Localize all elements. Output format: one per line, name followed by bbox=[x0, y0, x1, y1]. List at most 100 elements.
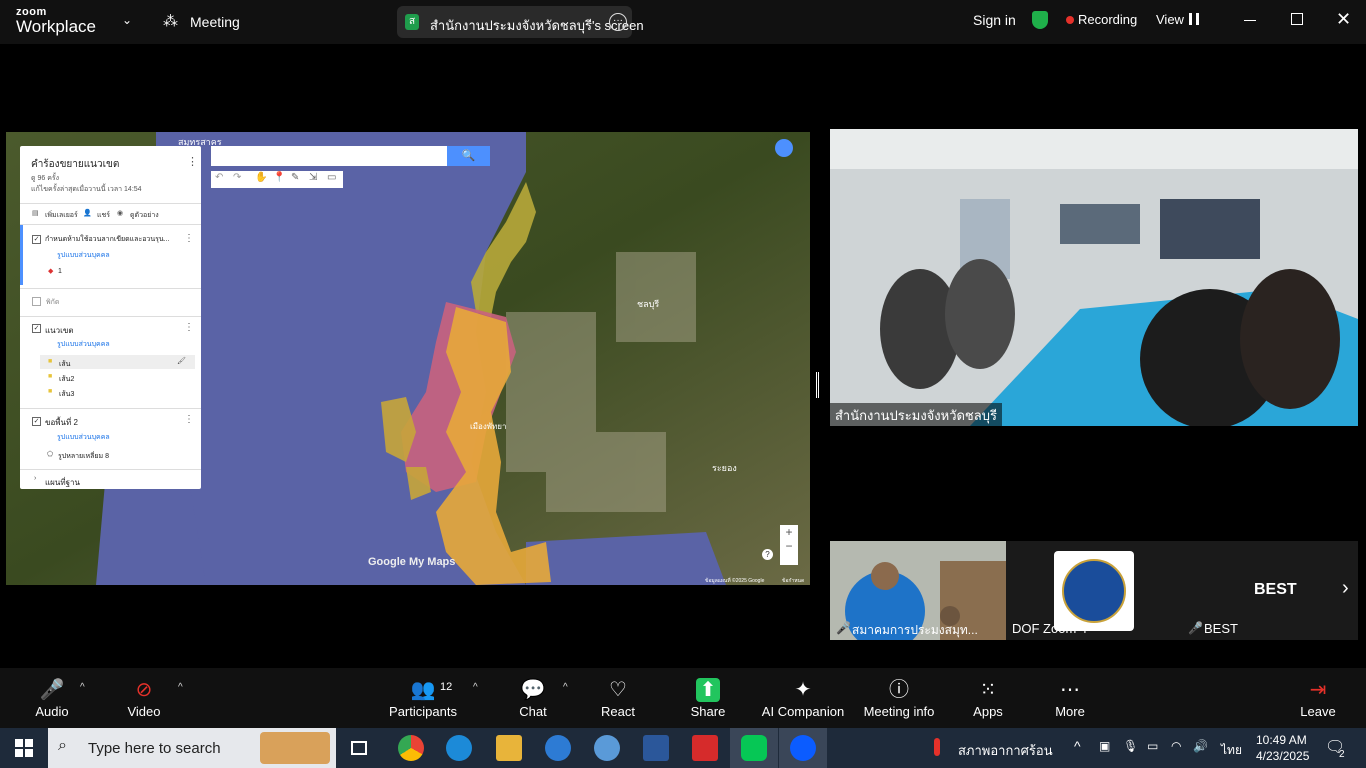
layer1-checkbox[interactable]: ✓ bbox=[32, 235, 41, 244]
expand-icon[interactable]: › bbox=[34, 475, 36, 482]
video-button[interactable]: ⊘ Video bbox=[99, 668, 189, 728]
apps-button[interactable]: ⁙ Apps bbox=[943, 668, 1033, 728]
word-icon[interactable] bbox=[643, 735, 669, 761]
add-layer-button[interactable]: เพิ่มเลเยอร์ bbox=[45, 210, 78, 221]
show-hidden-icons-caret[interactable]: ^ bbox=[1074, 738, 1081, 754]
location-icon[interactable] bbox=[775, 139, 793, 157]
preview-button[interactable]: ดูตัวอย่าง bbox=[130, 210, 159, 221]
audio-options-caret[interactable]: ^ bbox=[80, 682, 85, 693]
task-view-icon[interactable] bbox=[351, 741, 367, 755]
layer4-item[interactable]: รูปหลายเหลี่ยม 8 bbox=[58, 451, 109, 462]
battery-icon[interactable]: ▭ bbox=[1147, 739, 1158, 753]
measure-icon[interactable]: ▭ bbox=[327, 172, 336, 183]
file-explorer-icon[interactable] bbox=[496, 735, 522, 761]
layer3-item-3[interactable]: เส้น3 bbox=[59, 389, 74, 400]
recording-label[interactable]: Recording bbox=[1078, 12, 1137, 27]
map-title[interactable]: คำร้องขยายแนวเขต bbox=[31, 157, 119, 172]
participant-tile-3[interactable]: BEST 🎤 BEST › bbox=[1182, 541, 1358, 640]
meeting-info-button[interactable]: ⓘ Meeting info bbox=[854, 668, 944, 728]
participant-tile-2[interactable]: DOF Zoom 4 bbox=[1006, 541, 1182, 640]
kebab-menu-icon[interactable]: ⋮ bbox=[184, 322, 194, 333]
view-grid-icon[interactable] bbox=[1189, 13, 1199, 25]
map-tool-bar[interactable]: ↶ ↷ ✋ 📍 ✎ ⇲ ▭ bbox=[211, 171, 343, 188]
basemap-label[interactable]: แผนที่ฐาน bbox=[45, 476, 80, 489]
pan-hand-icon[interactable]: ✋ bbox=[255, 172, 267, 183]
layer3-item-1[interactable]: เส้น bbox=[59, 359, 70, 370]
layer3-style-link[interactable]: รูปแบบส่วนบุคคล bbox=[57, 339, 110, 350]
undo-icon[interactable]: ↶ bbox=[215, 172, 223, 183]
react-button[interactable]: ♡ React bbox=[573, 668, 663, 728]
next-page-icon[interactable]: › bbox=[1342, 577, 1349, 600]
participant-tile-1[interactable]: 🎤 สมาคมการประมงสมุท... bbox=[830, 541, 1006, 640]
clock-time[interactable]: 10:49 AM bbox=[1256, 733, 1307, 747]
participants-button[interactable]: 👥 Participants bbox=[378, 668, 468, 728]
layer4-checkbox[interactable]: ✓ bbox=[32, 417, 41, 426]
chevron-down-icon[interactable]: ⌄ bbox=[122, 13, 132, 27]
wifi-icon[interactable]: ◠ bbox=[1171, 739, 1181, 753]
layer2-title[interactable]: พิกัด bbox=[46, 297, 59, 308]
map-search-box[interactable] bbox=[211, 146, 447, 166]
more-options-icon[interactable]: ··· bbox=[609, 13, 627, 31]
layer3-title[interactable]: แนวเขต bbox=[45, 324, 74, 337]
layer1-title[interactable]: กำหนดห้ามใช้อวนลากเขียดและอวนรุน... bbox=[45, 234, 170, 245]
restore-icon[interactable] bbox=[1291, 13, 1303, 25]
share-icon[interactable]: 👤 bbox=[83, 209, 92, 217]
chat-button[interactable]: 💬 Chat bbox=[488, 668, 578, 728]
eye-icon[interactable]: ◉ bbox=[117, 209, 123, 217]
zoom-out-icon[interactable]: − bbox=[780, 539, 798, 553]
taskbar-search-box[interactable]: ⌕ Type here to search bbox=[48, 728, 336, 768]
layer1-item[interactable]: 1 bbox=[58, 268, 62, 275]
clock-date[interactable]: 4/23/2025 bbox=[1256, 749, 1309, 763]
minimize-icon[interactable] bbox=[1244, 20, 1256, 21]
layer2-checkbox[interactable] bbox=[32, 297, 41, 306]
line-icon[interactable] bbox=[741, 735, 767, 761]
sign-in-link[interactable]: Sign in bbox=[973, 12, 1016, 28]
map-terms-link[interactable]: ข้อกำหนด bbox=[782, 577, 804, 585]
kebab-menu-icon[interactable]: ⋮ bbox=[184, 233, 194, 244]
panel-splitter-handle[interactable] bbox=[816, 372, 819, 398]
layer1-style-link[interactable]: รูปแบบส่วนบุคคล bbox=[57, 250, 110, 261]
leave-button[interactable]: ⇥ Leave bbox=[1273, 668, 1363, 728]
share-button[interactable]: ⬆ Share bbox=[663, 668, 753, 728]
layer3-checkbox[interactable]: ✓ bbox=[32, 324, 41, 333]
route-icon[interactable]: ⇲ bbox=[309, 172, 317, 183]
kebab-menu-icon[interactable]: ⋮ bbox=[187, 155, 198, 168]
layer4-style-link[interactable]: รูปแบบส่วนบุคคล bbox=[57, 432, 110, 443]
map-search-icon[interactable]: 🔍 bbox=[447, 146, 490, 166]
edge-icon[interactable] bbox=[446, 735, 472, 761]
windows-start-icon[interactable] bbox=[15, 739, 33, 757]
encryption-shield-icon[interactable] bbox=[1032, 11, 1048, 29]
draw-line-icon[interactable]: ✎ bbox=[291, 172, 299, 183]
meet-now-icon[interactable]: ▣ bbox=[1099, 739, 1110, 753]
more-button[interactable]: ⋯ More bbox=[1025, 668, 1115, 728]
video-options-caret[interactable]: ^ bbox=[178, 682, 183, 693]
share-button[interactable]: แชร์ bbox=[97, 210, 110, 221]
add-layer-icon[interactable]: ▤ bbox=[32, 209, 39, 217]
close-icon[interactable]: ✕ bbox=[1336, 9, 1351, 30]
input-language[interactable]: ไทย bbox=[1221, 741, 1242, 760]
active-speaker-video[interactable]: สำนักงานประมงจังหวัดชลบุรี bbox=[830, 129, 1358, 426]
redo-icon[interactable]: ↷ bbox=[233, 172, 241, 183]
zoom-in-icon[interactable]: + bbox=[780, 525, 798, 539]
globe-search-icon[interactable] bbox=[545, 735, 571, 761]
help-icon[interactable]: ? bbox=[762, 549, 773, 560]
chrome-icon[interactable] bbox=[398, 735, 424, 761]
audio-button[interactable]: 🎤 Audio bbox=[7, 668, 97, 728]
chat-options-caret[interactable]: ^ bbox=[563, 682, 568, 693]
kebab-menu-icon[interactable]: ⋮ bbox=[184, 414, 194, 425]
volume-icon[interactable]: 🔊 bbox=[1193, 739, 1208, 753]
weather-label[interactable]: สภาพอากาศร้อน bbox=[958, 740, 1053, 761]
map-zoom-control[interactable]: + − bbox=[780, 525, 798, 565]
acrobat-icon[interactable] bbox=[692, 735, 718, 761]
microphone-icon[interactable]: 🎙 bbox=[1123, 739, 1138, 753]
meeting-label[interactable]: Meeting bbox=[190, 14, 240, 30]
layer4-title[interactable]: ขอพื้นที่ 2 bbox=[45, 416, 78, 429]
paint-bucket-icon[interactable]: 🖌 bbox=[177, 357, 186, 365]
zoom-icon[interactable] bbox=[790, 735, 816, 761]
participants-options-caret[interactable]: ^ bbox=[473, 682, 478, 693]
add-marker-icon[interactable]: 📍 bbox=[273, 172, 285, 183]
ai-companion-button[interactable]: ✦ AI Companion bbox=[758, 668, 848, 728]
maps-icon[interactable] bbox=[594, 735, 620, 761]
view-button[interactable]: View bbox=[1156, 12, 1184, 27]
layer3-item-2[interactable]: เส้น2 bbox=[59, 374, 74, 385]
